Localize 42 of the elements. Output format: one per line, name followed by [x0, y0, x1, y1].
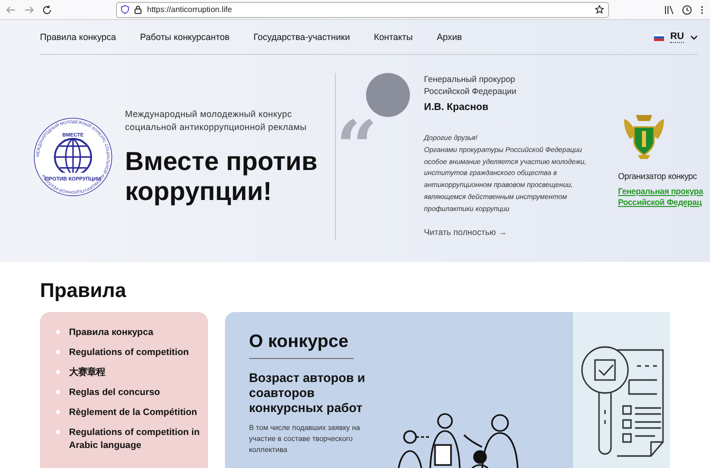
- more-icon[interactable]: [700, 4, 704, 14]
- organizer-label: Организатор конкурс: [618, 171, 698, 181]
- document-link[interactable]: Règlement de la Compétition: [69, 406, 198, 419]
- nav-link[interactable]: Архив: [436, 32, 462, 42]
- nav-link[interactable]: Государства-участники: [254, 32, 350, 42]
- bullet-icon: [56, 350, 60, 354]
- forward-arrow-icon[interactable]: [24, 4, 34, 14]
- quote-mark: “: [336, 117, 376, 167]
- shield-icon: [121, 5, 129, 14]
- chevron-down-icon: [690, 34, 698, 40]
- card-subheading: Возраст авторов и соавторов конкурсных работ: [249, 371, 366, 416]
- url-text: https://anticorruption.life: [147, 5, 233, 14]
- contest-subtitle: Международный молодежный конкурс социальной антикоррупционной рекламы: [125, 108, 308, 134]
- person-name: И.В. Краснов: [424, 102, 490, 113]
- back-arrow-icon[interactable]: [6, 4, 16, 14]
- clock-icon[interactable]: [682, 4, 692, 14]
- bullet-icon: [56, 370, 60, 374]
- section-heading: Правила: [40, 279, 128, 303]
- address-bar[interactable]: https://anticorruption.life: [116, 2, 609, 18]
- nav-link[interactable]: Работы конкурсантов: [140, 32, 230, 42]
- document-link[interactable]: 大赛章程: [69, 366, 105, 379]
- bullet-icon: [56, 430, 60, 434]
- bullet-icon: [56, 330, 60, 334]
- star-icon[interactable]: [595, 5, 604, 14]
- nav-link[interactable]: Контакты: [374, 32, 413, 42]
- document-link[interactable]: Правила конкурса: [69, 326, 154, 339]
- lock-icon: [134, 5, 142, 14]
- nav-link[interactable]: Правила конкурса: [40, 32, 116, 42]
- document-link[interactable]: Reglas del concurso: [69, 386, 160, 399]
- reload-icon[interactable]: [42, 4, 52, 14]
- card-heading: О конкурсе: [249, 330, 354, 359]
- hero-title: Вместе против коррупции!: [125, 146, 319, 206]
- document-link[interactable]: Regulations of competition in Arabic language: [69, 426, 206, 452]
- library-icon[interactable]: [664, 4, 674, 14]
- bullet-icon: [56, 390, 60, 394]
- avatar: [366, 73, 410, 117]
- bullet-icon: [56, 410, 60, 414]
- language-selector[interactable]: RU: [654, 31, 698, 43]
- document-link[interactable]: Regulations of competition: [69, 346, 189, 359]
- flag-icon: [654, 34, 664, 40]
- read-more-link[interactable]: Читать полностью →: [424, 226, 507, 237]
- person-role: Генеральный прокурор Российской Федерации: [424, 73, 518, 97]
